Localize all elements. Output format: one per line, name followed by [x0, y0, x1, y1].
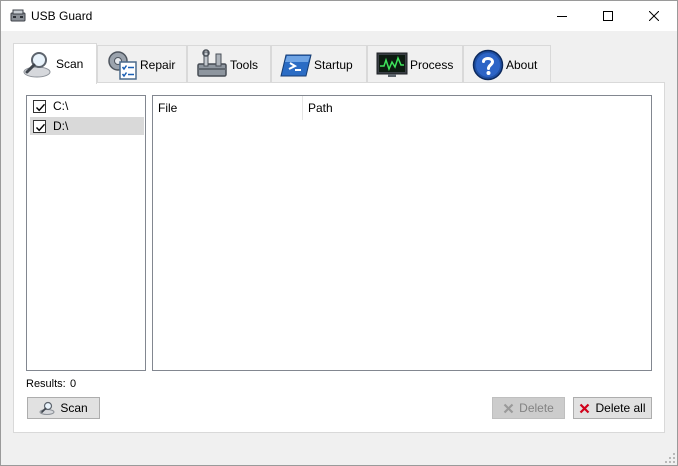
tab-label: Scan — [56, 57, 84, 71]
magnifier-icon — [39, 401, 55, 415]
usb-drive-icon — [10, 9, 26, 22]
monitor-graph-icon — [376, 52, 408, 77]
resize-grip-icon[interactable] — [665, 453, 675, 463]
checkmark-icon — [35, 123, 46, 131]
results-list[interactable]: File Path — [152, 95, 652, 371]
tab-startup[interactable]: Startup — [271, 45, 367, 83]
help-icon — [472, 49, 504, 80]
gear-checklist-icon — [108, 50, 137, 80]
drive-checkbox-d[interactable] — [33, 119, 46, 133]
column-header-file[interactable]: File — [153, 96, 303, 120]
tab-label: Process — [410, 57, 454, 72]
tab-repair[interactable]: Repair — [97, 45, 187, 83]
delete-x-icon — [580, 403, 590, 413]
scan-button[interactable]: Scan — [27, 397, 100, 419]
tab-label: Tools — [230, 57, 259, 72]
toolbox-icon — [197, 48, 227, 77]
tab-process[interactable]: Process — [367, 45, 463, 83]
results-count: 0 — [70, 378, 77, 390]
column-header-path[interactable]: Path — [303, 96, 651, 120]
maximize-icon — [603, 11, 613, 21]
magnifier-icon — [23, 52, 51, 78]
delete-button[interactable]: Delete — [492, 397, 565, 419]
drive-label: C:\ — [53, 99, 69, 113]
drive-label: D:\ — [53, 119, 69, 133]
console-icon — [280, 54, 312, 76]
delete-button-label: Delete — [519, 401, 554, 415]
drive-item-d[interactable]: D:\ — [30, 117, 144, 135]
tab-tools[interactable]: Tools — [187, 45, 271, 83]
tab-strip: Scan Repair Tools Startup Process About — [13, 43, 573, 84]
drive-checkbox-c[interactable] — [33, 99, 46, 113]
tab-about[interactable]: About — [463, 45, 551, 83]
tab-label: About — [506, 57, 538, 72]
close-icon — [649, 11, 659, 21]
drive-item-c[interactable]: C:\ — [30, 97, 144, 115]
tab-label: Startup — [314, 57, 353, 72]
scan-button-label: Scan — [60, 401, 88, 415]
maximize-button[interactable] — [585, 1, 631, 31]
minimize-button[interactable] — [539, 1, 585, 31]
app-window: USB Guard Scan Repair Tools Startup Proc… — [0, 0, 678, 466]
results-label: Results: — [26, 378, 66, 390]
title-bar[interactable]: USB Guard — [1, 1, 677, 31]
drive-list[interactable]: C:\ D:\ — [26, 95, 146, 371]
minimize-icon — [557, 16, 567, 17]
checkmark-icon — [35, 103, 46, 111]
tab-scan[interactable]: Scan — [13, 43, 97, 84]
tab-label: Repair — [140, 57, 176, 72]
delete-all-button-label: Delete all — [595, 401, 646, 415]
window-title: USB Guard — [31, 9, 93, 23]
close-button[interactable] — [631, 1, 677, 31]
delete-x-icon — [503, 403, 514, 413]
delete-all-button[interactable]: Delete all — [573, 397, 652, 419]
